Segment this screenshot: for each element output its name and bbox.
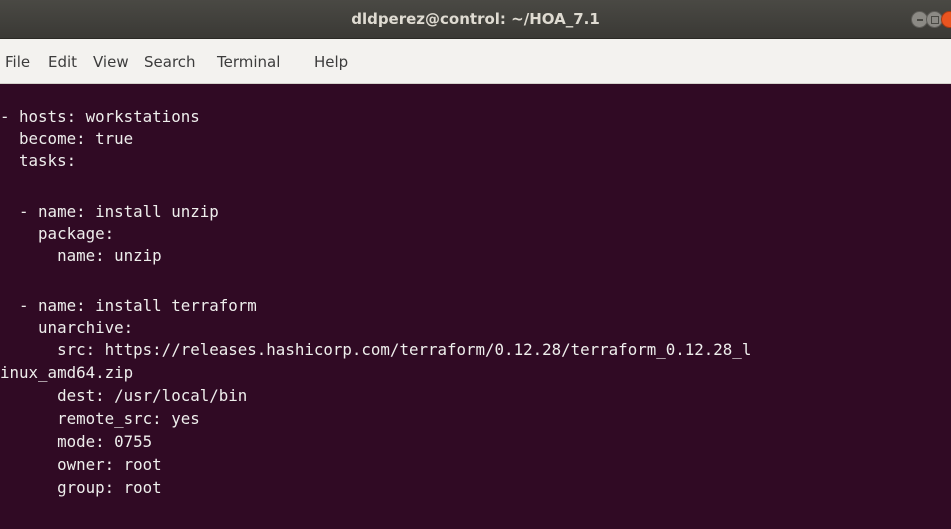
maximize-icon — [931, 16, 939, 24]
close-button[interactable] — [941, 11, 951, 28]
terminal-line: become: true — [0, 129, 134, 148]
menu-search[interactable]: Search — [144, 51, 196, 73]
terminal-line: name: unzip — [0, 246, 162, 265]
terminal-line: src: https://releases.hashicorp.com/terr… — [0, 340, 752, 359]
menu-terminal[interactable]: Terminal — [217, 51, 280, 73]
terminal-line: owner: root — [0, 455, 162, 474]
terminal-line: - name: install unzip — [0, 202, 219, 221]
terminal-output[interactable]: - hosts: workstations become: true tasks… — [0, 84, 951, 529]
menu-file[interactable]: File — [5, 51, 30, 73]
terminal-line: remote_src: yes — [0, 409, 200, 428]
minimize-icon — [917, 19, 923, 21]
terminal-line: group: root — [0, 478, 162, 497]
window-title: dldperez@control: ~/HOA_7.1 — [351, 10, 600, 28]
menu-help[interactable]: Help — [314, 51, 348, 73]
terminal-line: inux_amd64.zip — [0, 363, 134, 382]
window-controls — [911, 11, 951, 29]
menu-bar: File Edit View Search Terminal Help — [0, 39, 951, 84]
terminal-line: tasks: — [0, 151, 77, 170]
terminal-line: - name: install terraform — [0, 296, 257, 315]
menu-edit[interactable]: Edit — [48, 51, 77, 73]
terminal-window: dldperez@control: ~/HOA_7.1 File Edit Vi… — [0, 0, 951, 529]
terminal-line: dest: /usr/local/bin — [0, 386, 248, 405]
terminal-line: mode: 0755 — [0, 432, 153, 451]
terminal-line: - hosts: workstations — [0, 107, 200, 126]
terminal-line: package: — [0, 224, 115, 243]
title-bar[interactable]: dldperez@control: ~/HOA_7.1 — [0, 0, 951, 39]
menu-view[interactable]: View — [93, 51, 129, 73]
terminal-line: unarchive: — [0, 318, 134, 337]
